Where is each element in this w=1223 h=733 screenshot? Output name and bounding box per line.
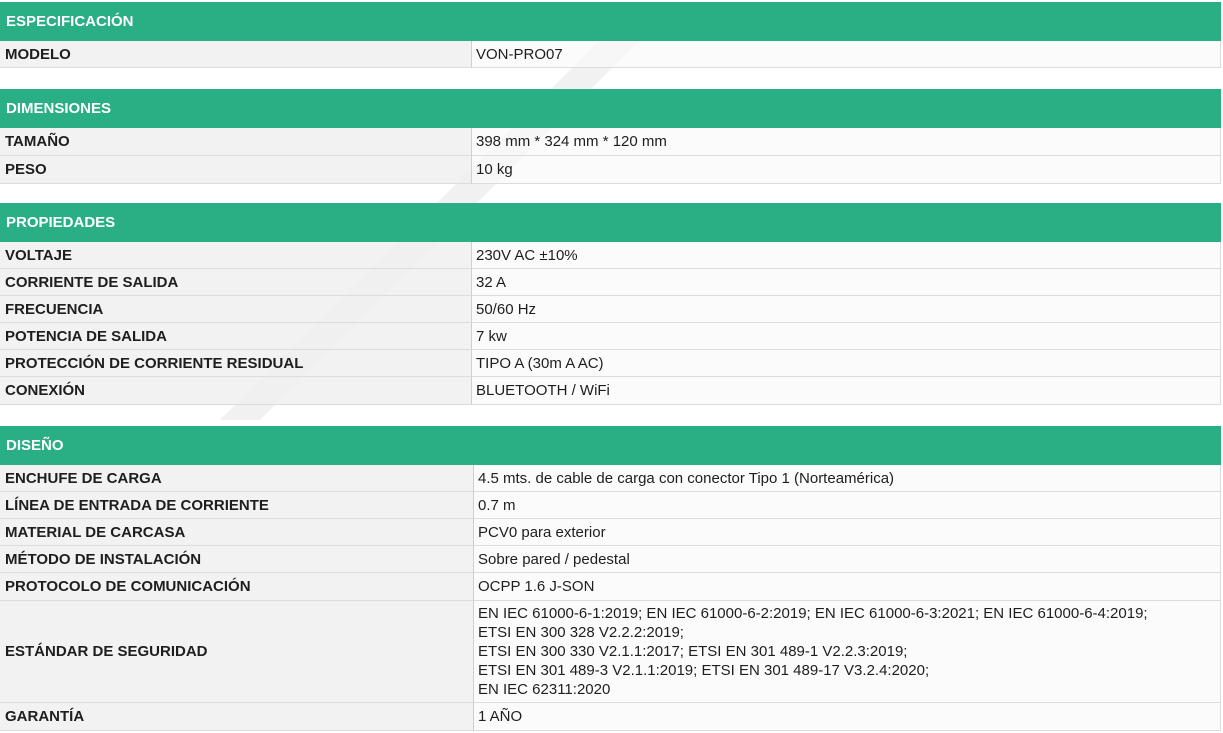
section-header: ESPECIFICACIÓN bbox=[0, 2, 1221, 41]
row-label: TAMAÑO bbox=[0, 128, 472, 156]
row-label: ESTÁNDAR DE SEGURIDAD bbox=[0, 601, 474, 703]
row-value: PCV0 para exterior bbox=[474, 519, 1221, 546]
row-value: 1 AÑO bbox=[474, 703, 1221, 731]
table-row: ENCHUFE DE CARGA 4.5 mts. de cable de ca… bbox=[0, 465, 1221, 492]
row-value: 0.7 m bbox=[474, 492, 1221, 519]
table-row: CONEXIÓN BLUETOOTH / WiFi bbox=[0, 377, 1221, 405]
row-label: ENCHUFE DE CARGA bbox=[0, 465, 474, 492]
table-row: FRECUENCIA 50/60 Hz bbox=[0, 296, 1221, 323]
row-value: 7 kw bbox=[472, 323, 1221, 350]
row-label: PROTOCOLO DE COMUNICACIÓN bbox=[0, 573, 474, 601]
row-value: 230V AC ±10% bbox=[472, 242, 1221, 269]
row-value: BLUETOOTH / WiFi bbox=[472, 377, 1221, 405]
row-label: MÉTODO DE INSTALACIÓN bbox=[0, 546, 474, 573]
row-label: LÍNEA DE ENTRADA DE CORRIENTE bbox=[0, 492, 474, 519]
row-value: 4.5 mts. de cable de carga con conector … bbox=[474, 465, 1221, 492]
section-header: DISEÑO bbox=[0, 426, 1221, 465]
table-row: POTENCIA DE SALIDA 7 kw bbox=[0, 323, 1221, 350]
row-label: CONEXIÓN bbox=[0, 377, 472, 405]
table-row: TAMAÑO 398 mm * 324 mm * 120 mm bbox=[0, 128, 1221, 156]
row-value: VON-PRO07 bbox=[472, 41, 1221, 68]
standard-line: EN IEC 62311:2020 bbox=[478, 681, 611, 698]
row-label: MATERIAL DE CARCASA bbox=[0, 519, 474, 546]
row-value-multiline: EN IEC 61000-6-1:2019; EN IEC 61000-6-2:… bbox=[474, 601, 1221, 703]
table-row: MÉTODO DE INSTALACIÓN Sobre pared / pede… bbox=[0, 546, 1221, 573]
table-row: CORRIENTE DE SALIDA 32 A bbox=[0, 269, 1221, 296]
standard-line: EN IEC 61000-6-1:2019; EN IEC 61000-6-2:… bbox=[478, 605, 1148, 622]
row-label: PROTECCIÓN DE CORRIENTE RESIDUAL bbox=[0, 350, 472, 377]
section-header: DIMENSIONES bbox=[0, 89, 1221, 128]
table-row: ESTÁNDAR DE SEGURIDAD EN IEC 61000-6-1:2… bbox=[0, 601, 1221, 703]
table-row: PESO 10 kg bbox=[0, 156, 1221, 184]
row-label: POTENCIA DE SALIDA bbox=[0, 323, 472, 350]
row-value: 50/60 Hz bbox=[472, 296, 1221, 323]
table-row: MODELO VON-PRO07 bbox=[0, 41, 1221, 68]
row-value: Sobre pared / pedestal bbox=[474, 546, 1221, 573]
standard-line: ETSI EN 301 489-3 V2.1.1:2019; ETSI EN 3… bbox=[478, 662, 930, 679]
row-value: 32 A bbox=[472, 269, 1221, 296]
table-row: MATERIAL DE CARCASA PCV0 para exterior bbox=[0, 519, 1221, 546]
table-row: GARANTÍA 1 AÑO bbox=[0, 703, 1221, 731]
row-value: 398 mm * 324 mm * 120 mm bbox=[472, 128, 1221, 156]
table-row: PROTOCOLO DE COMUNICACIÓN OCPP 1.6 J-SON bbox=[0, 573, 1221, 601]
row-value: TIPO A (30m A AC) bbox=[472, 350, 1221, 377]
row-label: GARANTÍA bbox=[0, 703, 474, 731]
table-row: LÍNEA DE ENTRADA DE CORRIENTE 0.7 m bbox=[0, 492, 1221, 519]
row-label: CORRIENTE DE SALIDA bbox=[0, 269, 472, 296]
table-row: VOLTAJE 230V AC ±10% bbox=[0, 242, 1221, 269]
standard-line: ETSI EN 300 330 V2.1.1:2017; ETSI EN 301… bbox=[478, 643, 908, 660]
row-value: OCPP 1.6 J-SON bbox=[474, 573, 1221, 601]
standard-line: ETSI EN 300 328 V2.2.2:2019; bbox=[478, 624, 684, 641]
section-header: PROPIEDADES bbox=[0, 203, 1221, 242]
row-label: MODELO bbox=[0, 41, 472, 68]
row-label: PESO bbox=[0, 156, 472, 184]
row-value: 10 kg bbox=[472, 156, 1221, 184]
row-label: FRECUENCIA bbox=[0, 296, 472, 323]
row-label: VOLTAJE bbox=[0, 242, 472, 269]
table-row: PROTECCIÓN DE CORRIENTE RESIDUAL TIPO A … bbox=[0, 350, 1221, 377]
